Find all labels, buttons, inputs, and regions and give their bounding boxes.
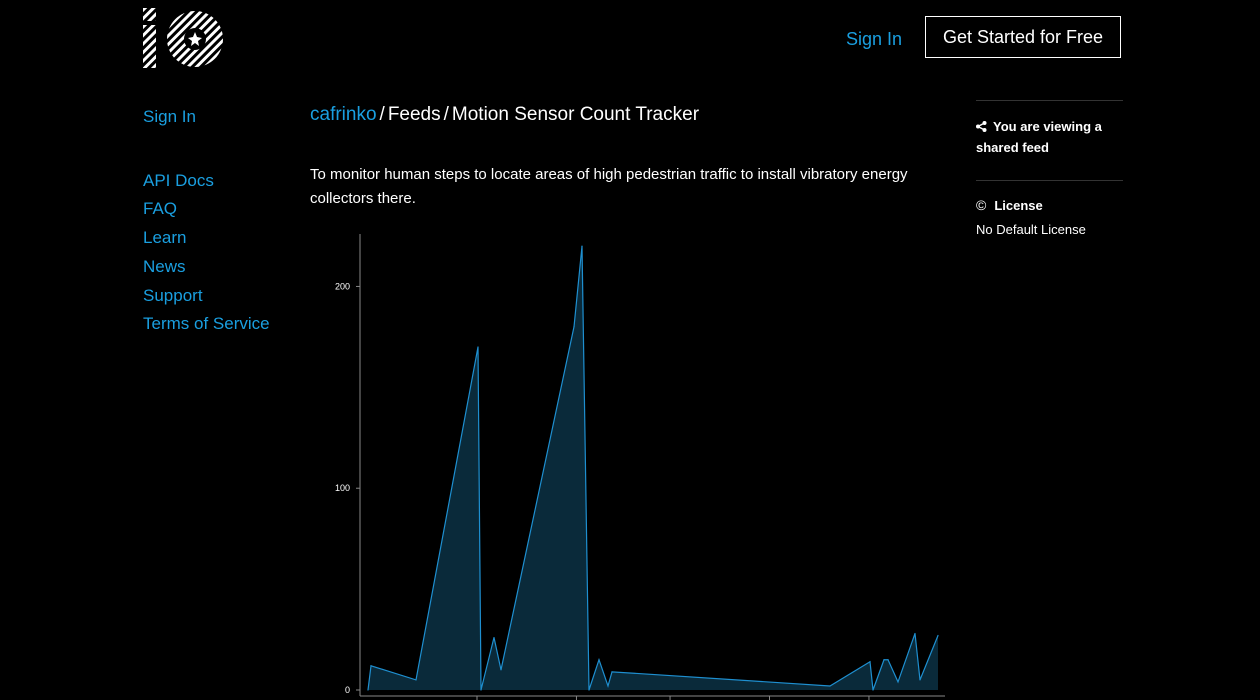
nav-link-faq[interactable]: FAQ: [143, 195, 270, 224]
nav-link-api-docs[interactable]: API Docs: [143, 167, 270, 196]
feed-title: Motion Sensor Count Tracker: [451, 104, 700, 125]
shared-feed-text: You are viewing a shared feed: [976, 119, 1102, 155]
data-point: [370, 665, 372, 667]
license-heading: © License: [976, 197, 1123, 213]
feed-chart[interactable]: 0 100 200: [320, 228, 960, 700]
data-point: [914, 632, 916, 635]
share-icon: [976, 118, 987, 138]
nav-link-support[interactable]: Support: [143, 282, 270, 311]
feed-description: To monitor human steps to locate areas o…: [310, 166, 908, 207]
data-point: [869, 661, 871, 663]
breadcrumb-user-link[interactable]: cafrinko: [310, 104, 377, 125]
data-point: [367, 689, 369, 691]
data-point: [883, 659, 885, 661]
data-point: [607, 685, 609, 687]
header-sign-in-link[interactable]: Sign In: [846, 29, 902, 50]
breadcrumb-separator: /: [379, 104, 385, 125]
shared-feed-notice: You are viewing a shared feed: [976, 101, 1123, 180]
data-point: [611, 671, 613, 673]
io-logo[interactable]: [143, 8, 223, 68]
y-tick-label: 100: [335, 483, 350, 493]
data-point: [937, 634, 939, 637]
data-point: [500, 669, 502, 671]
data-point: [415, 679, 417, 681]
data-point: [887, 659, 889, 661]
data-point: [829, 685, 831, 687]
breadcrumb-feeds-link[interactable]: Feeds: [388, 104, 441, 125]
data-point: [493, 636, 495, 639]
nav-sign-in-link[interactable]: Sign In: [143, 103, 270, 132]
data-point: [477, 346, 479, 348]
license-title: License: [994, 198, 1043, 213]
y-tick-label: 0: [345, 685, 350, 695]
license-block: © License No Default License: [976, 181, 1123, 237]
data-point: [897, 681, 899, 683]
y-tick-label: 200: [335, 281, 350, 291]
license-value: No Default License: [976, 222, 1086, 237]
breadcrumb-separator: /: [443, 104, 449, 125]
nav-link-learn[interactable]: Learn: [143, 224, 270, 253]
page: Sign In Get Started for Free Sign In API…: [0, 0, 1260, 700]
copyright-icon: ©: [976, 197, 987, 213]
data-point: [588, 689, 590, 691]
series-area: [368, 246, 938, 691]
data-point: [919, 679, 921, 681]
data-point: [581, 245, 583, 247]
nav-link-news[interactable]: News: [143, 253, 270, 282]
right-sidebar: You are viewing a shared feed © License N…: [976, 100, 1123, 237]
data-point: [480, 689, 482, 691]
nav-link-terms[interactable]: Terms of Service: [143, 310, 270, 339]
get-started-button[interactable]: Get Started for Free: [925, 16, 1121, 58]
breadcrumb: cafrinko / Feeds / Motion Sensor Count Track…: [310, 104, 699, 126]
data-point: [598, 659, 600, 661]
data-point: [872, 689, 874, 691]
left-nav: Sign In API Docs FAQ Learn News Support …: [143, 103, 270, 339]
data-point: [573, 326, 575, 328]
chart-svg[interactable]: 0 100 200: [320, 228, 960, 700]
